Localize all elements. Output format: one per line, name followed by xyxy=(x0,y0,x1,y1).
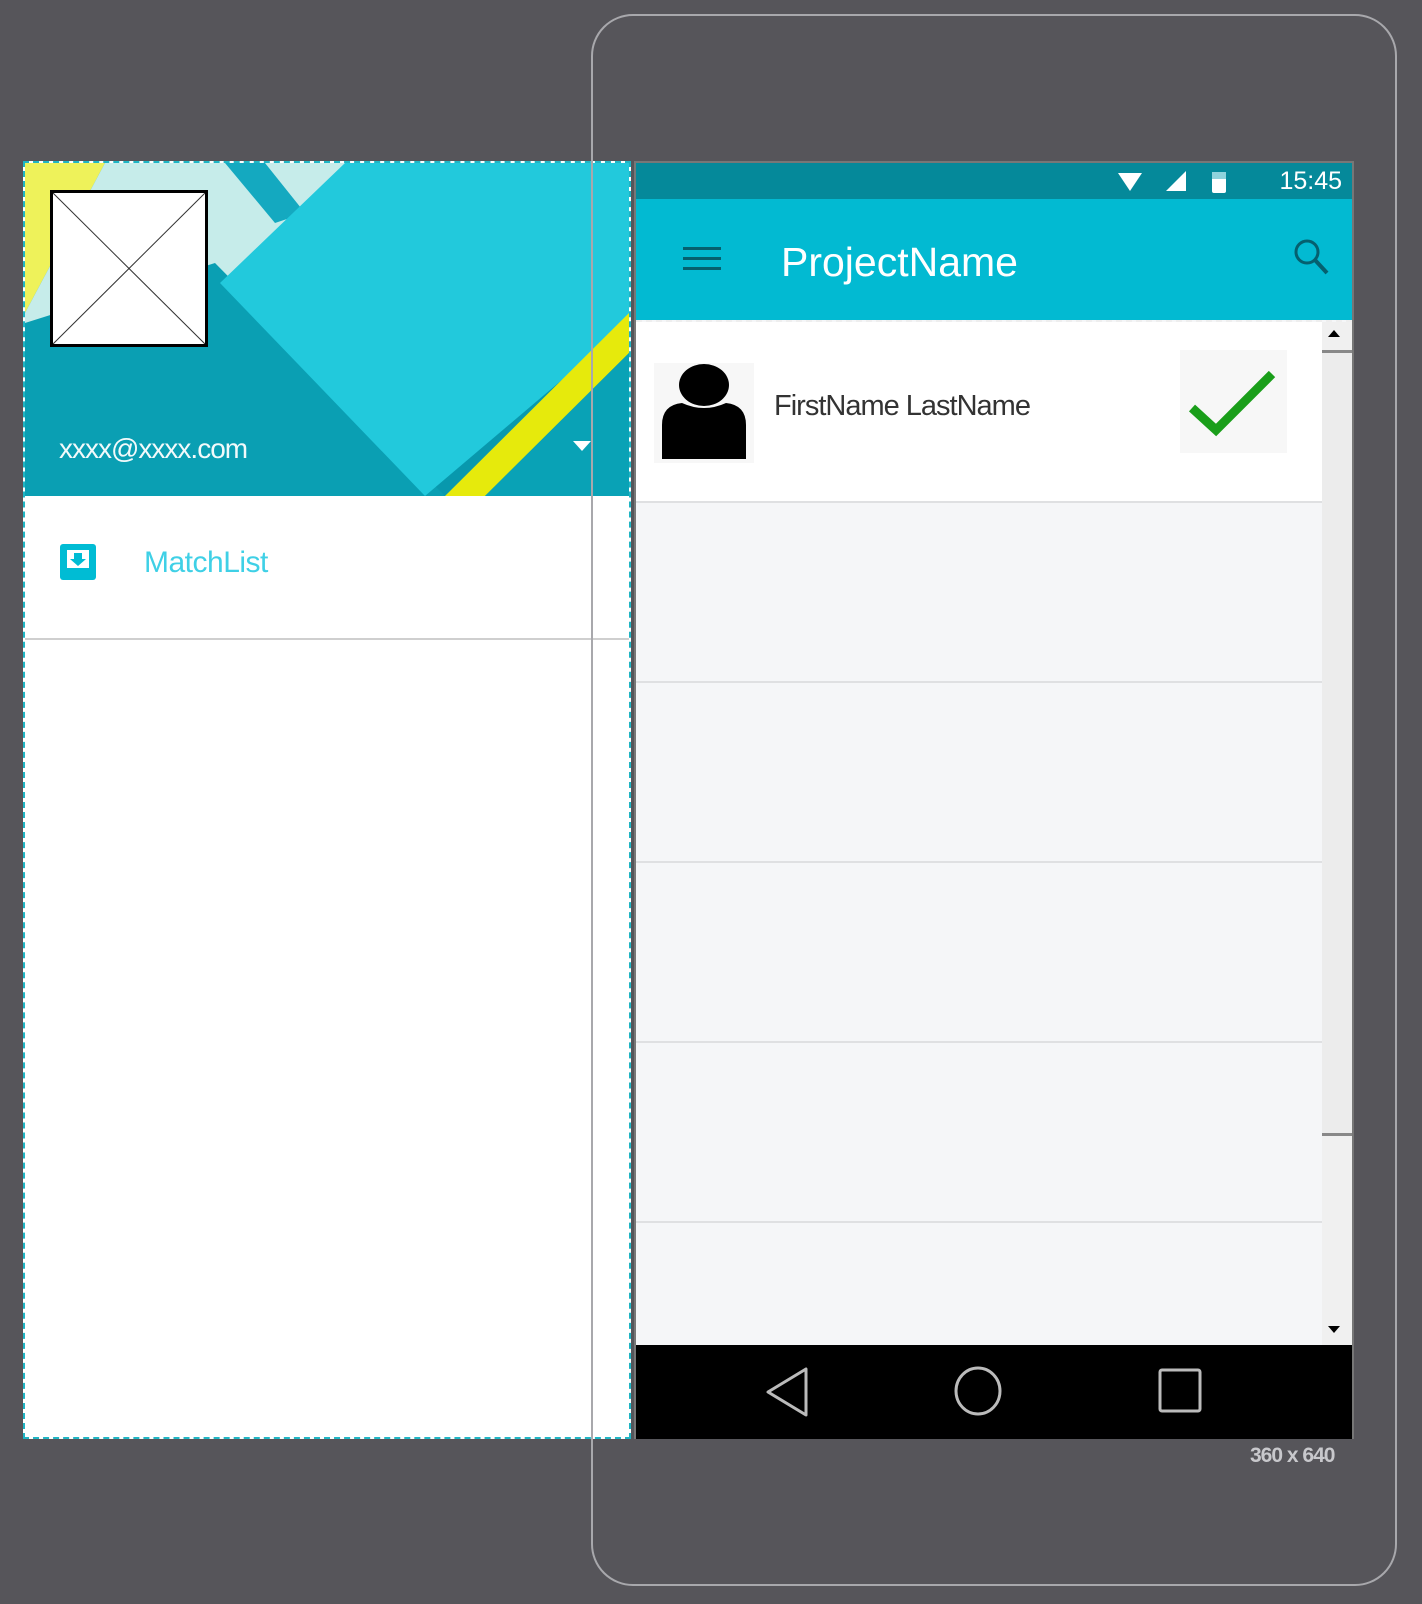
person-icon xyxy=(654,363,754,463)
account-dropdown-icon[interactable] xyxy=(573,441,591,451)
scroll-up-icon[interactable] xyxy=(1328,330,1340,337)
drawer-header: xxxx@xxxx.com xyxy=(25,163,629,496)
list-item-empty xyxy=(636,863,1322,1043)
home-icon[interactable] xyxy=(954,1366,1002,1416)
recents-icon[interactable] xyxy=(1158,1368,1202,1413)
list-item-empty xyxy=(636,1043,1322,1223)
list-item-empty xyxy=(636,683,1322,863)
navigation-drawer: xxxx@xxxx.com MatchList xyxy=(23,161,631,1439)
inbox-download-icon xyxy=(60,544,96,580)
nav-bar xyxy=(636,1345,1352,1439)
scrollbar-thumb[interactable] xyxy=(1322,350,1352,1136)
search-icon[interactable] xyxy=(1292,237,1332,277)
battery-icon xyxy=(1212,172,1226,193)
checkmark-icon[interactable] xyxy=(1180,350,1287,453)
account-email: xxxx@xxxx.com xyxy=(59,433,248,464)
phone-screen: 15:45 ProjectName FirstName LastName xyxy=(634,161,1354,1439)
divider xyxy=(25,638,629,640)
back-icon[interactable] xyxy=(766,1367,808,1417)
list-item[interactable]: FirstName LastName xyxy=(636,322,1322,503)
match-list: FirstName LastName xyxy=(636,320,1352,1347)
scrollbar[interactable] xyxy=(1322,322,1352,1347)
signal-icon xyxy=(1166,171,1186,191)
scroll-down-icon[interactable] xyxy=(1328,1326,1340,1333)
list-item-empty xyxy=(636,503,1322,683)
app-bar: ProjectName xyxy=(636,199,1352,320)
device-size-label: 360 x 640 xyxy=(1250,1444,1335,1467)
person-name: FirstName LastName xyxy=(774,390,1031,422)
app-title: ProjectName xyxy=(781,239,1018,285)
profile-image-placeholder[interactable] xyxy=(50,190,208,347)
drawer-item-matchlist[interactable]: MatchList xyxy=(25,496,629,638)
status-bar: 15:45 xyxy=(636,163,1352,199)
wifi-icon xyxy=(1118,173,1142,191)
drawer-item-label: MatchList xyxy=(144,546,268,579)
hamburger-icon[interactable] xyxy=(683,245,723,273)
status-time: 15:45 xyxy=(1279,167,1342,195)
